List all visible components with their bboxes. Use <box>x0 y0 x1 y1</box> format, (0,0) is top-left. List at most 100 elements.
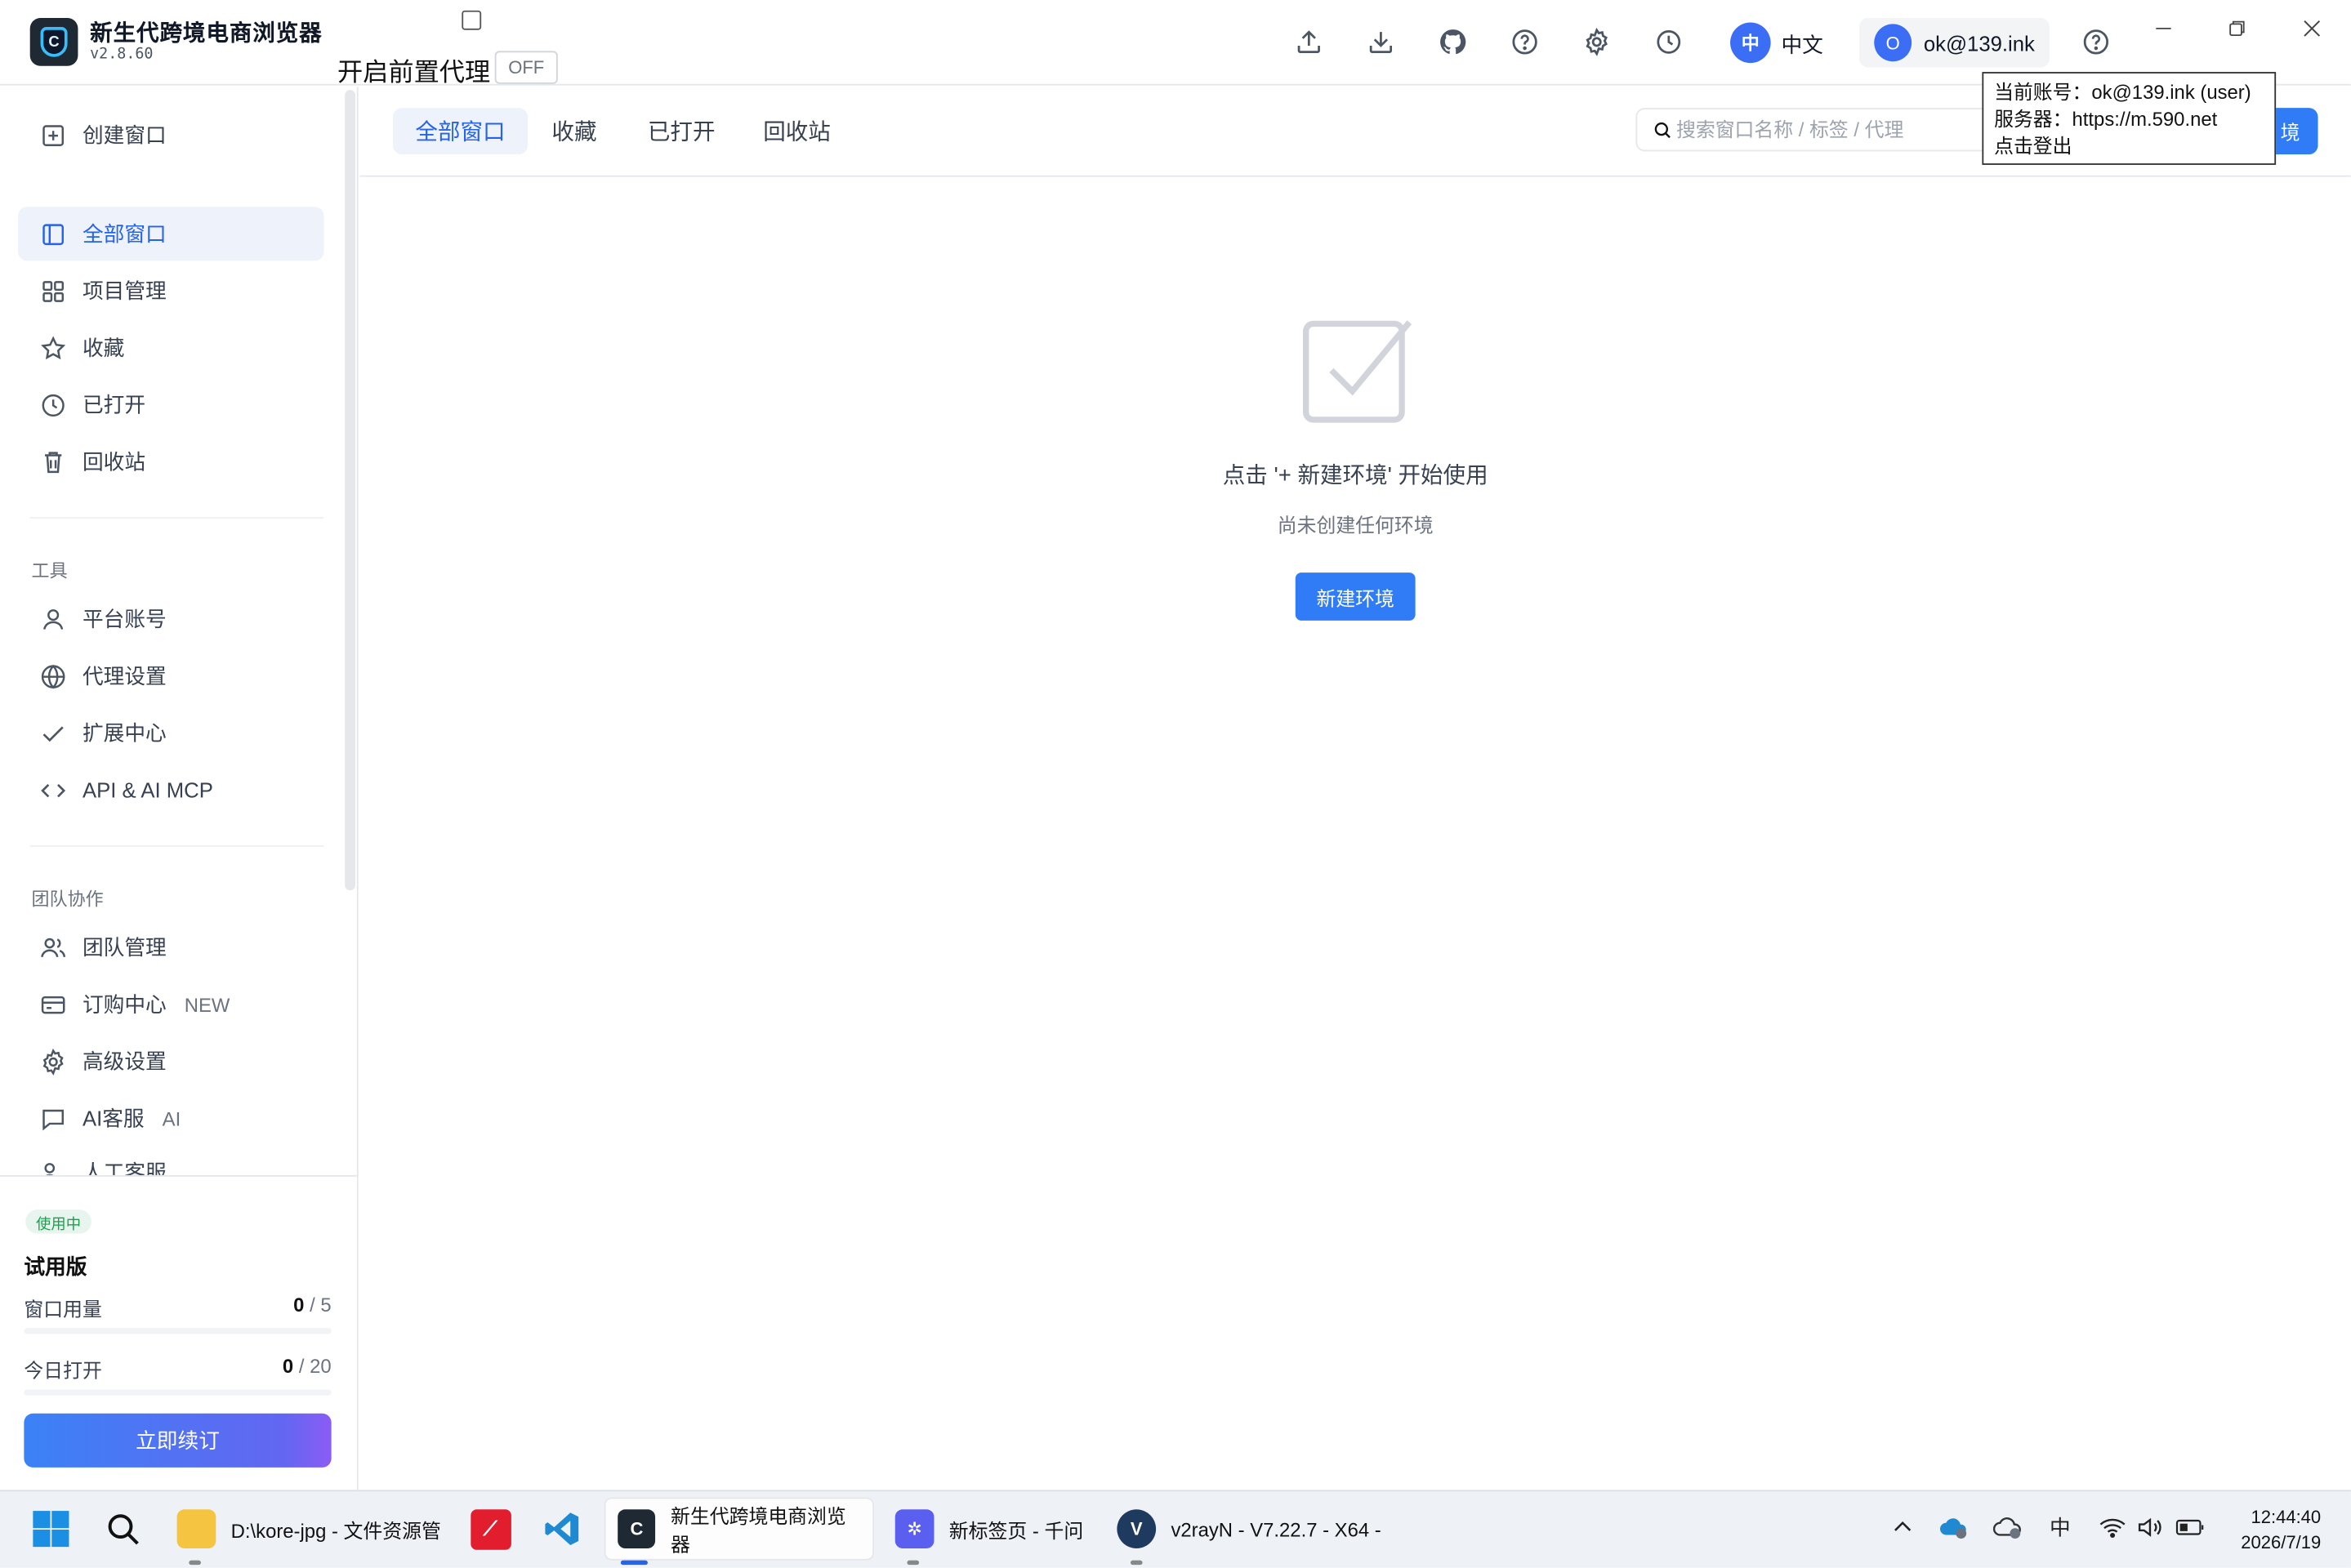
window-usage-used: 0 <box>293 1293 305 1316</box>
search-icon[interactable] <box>100 1507 145 1552</box>
sidebar-item-label: 高级设置 <box>82 1049 167 1074</box>
wifi-icon[interactable] <box>2098 1512 2128 1543</box>
proxy-label: 开启前置代理 <box>337 58 491 87</box>
windows-start-icon[interactable] <box>29 1507 74 1552</box>
window-usage-total: / 5 <box>304 1293 332 1316</box>
sidebar-item-projects[interactable]: 项目管理 <box>18 264 323 318</box>
sidebar: 创建窗口 全部窗口 项目管理 收藏 已打开 回收站 工具 平台账号 代理设置 扩… <box>0 87 359 1490</box>
tab-opened[interactable]: 已打开 <box>625 108 738 154</box>
volume-icon[interactable] <box>2135 1512 2166 1543</box>
proxy-checkbox[interactable] <box>462 10 482 30</box>
account-button[interactable]: O ok@139.ink <box>1858 18 2050 68</box>
ime-indicator[interactable]: 中 <box>2045 1512 2075 1543</box>
search-input[interactable] <box>1675 118 1977 141</box>
chevron-up-icon[interactable] <box>1888 1512 1918 1543</box>
sidebar-item-opened[interactable]: 已打开 <box>18 378 323 432</box>
sidebar-item-advanced-settings[interactable]: 高级设置 <box>18 1034 323 1088</box>
taskbar-app-label: D:\kore-jpg - 文件资源管 <box>230 1519 441 1542</box>
tooltip-line-logout[interactable]: 点击登出 <box>1994 133 2264 160</box>
taskbar: D:\kore-jpg - 文件资源管 ⟋ C 新生代跨境电商浏览器 ✲ 新标签… <box>0 1490 2351 1568</box>
language-label[interactable]: 中文 <box>1781 30 1822 60</box>
sidebar-item-label: AI客服 <box>82 1106 145 1130</box>
taskbar-app-v2rayn[interactable]: V v2rayN - V7.22.7 - X64 - <box>1105 1498 1394 1561</box>
sidebar-item-trash[interactable]: 回收站 <box>18 434 323 488</box>
cloud-icon[interactable] <box>1992 1512 2023 1543</box>
tab-all-windows[interactable]: 全部窗口 <box>392 108 529 155</box>
open-today-row: 今日打开 0 / 20 <box>24 1355 331 1383</box>
settings-icon[interactable] <box>1579 24 1615 60</box>
sidebar-item-label: 订购中心 <box>82 992 167 1017</box>
download-icon[interactable] <box>1363 24 1399 60</box>
taskbar-app-label: v2rayN - V7.22.7 - X64 - <box>1171 1517 1381 1540</box>
grid-icon <box>38 276 68 306</box>
qianwen-icon: ✲ <box>894 1509 935 1548</box>
clock-time: 12:44:40 <box>2251 1506 2322 1528</box>
history-icon[interactable] <box>1651 24 1687 60</box>
sidebar-item-api-mcp[interactable]: API & AI MCP <box>18 763 323 817</box>
close-icon[interactable] <box>2294 12 2330 45</box>
create-environment-button[interactable]: 新建环境 <box>1295 572 1416 621</box>
sidebar-item-all-windows[interactable]: 全部窗口 <box>18 207 324 261</box>
sidebar-divider <box>29 845 324 848</box>
restore-icon[interactable] <box>2219 12 2255 45</box>
v2rayn-icon: V <box>1117 1509 1157 1548</box>
system-clock[interactable]: 12:44:40 2026/7/19 <box>2216 1505 2321 1556</box>
sidebar-item-team-management[interactable]: 团队管理 <box>18 920 323 974</box>
create-window-button[interactable]: 创建窗口 <box>18 108 323 162</box>
taskbar-app-qianwen[interactable]: ✲ 新标签页 - 千问 <box>883 1498 1095 1561</box>
window-usage-label: 窗口用量 <box>24 1298 102 1321</box>
sidebar-item-label: 全部窗口 <box>82 221 167 247</box>
clock-icon <box>38 390 68 420</box>
browser-shield-icon: C <box>618 1509 656 1548</box>
check-icon <box>38 718 68 748</box>
github-icon[interactable] <box>1434 24 1470 60</box>
sidebar-item-label: 项目管理 <box>82 278 167 303</box>
running-indicator <box>1130 1560 1143 1566</box>
layout-icon <box>38 219 68 249</box>
renew-button[interactable]: 立即续订 <box>24 1413 332 1468</box>
taskbar-app-browser[interactable]: C 新生代跨境电商浏览器 <box>604 1497 875 1561</box>
new-tag: NEW <box>184 992 230 1016</box>
sidebar-item-label: 平台账号 <box>82 607 167 631</box>
tab-favorites[interactable]: 收藏 <box>529 108 619 154</box>
taskbar-app-label: 新生代跨境电商浏览器 <box>671 1504 846 1557</box>
language-badge[interactable]: 中 <box>1730 22 1771 64</box>
active-indicator <box>620 1560 648 1566</box>
add-square-icon <box>38 120 68 150</box>
tooltip-line-account: 当前账号：ok@139.ink (user) <box>1994 81 2251 104</box>
help-icon[interactable] <box>1507 24 1543 60</box>
ai-tag: AI <box>162 1107 181 1129</box>
help-icon[interactable] <box>2078 24 2114 60</box>
running-indicator <box>907 1560 920 1566</box>
empty-state-title: 点击 '+ 新建环境' 开始使用 <box>1222 463 1488 489</box>
red-app-icon[interactable]: ⟋ <box>468 1507 513 1552</box>
card-icon <box>38 989 68 1019</box>
tab-trash[interactable]: 回收站 <box>741 108 854 154</box>
plan-name: 试用版 <box>24 1254 87 1279</box>
search-box[interactable] <box>1635 108 1996 152</box>
sidebar-item-subscription[interactable]: 订购中心 NEW <box>18 978 323 1031</box>
minimize-icon[interactable] <box>2145 12 2181 45</box>
search-icon <box>1654 122 1671 138</box>
sidebar-item-favorites[interactable]: 收藏 <box>18 321 323 375</box>
sidebar-item-extensions[interactable]: 扩展中心 <box>18 706 323 760</box>
users-icon <box>38 933 68 963</box>
code-icon <box>38 775 68 805</box>
sidebar-item-proxy-settings[interactable]: 代理设置 <box>18 649 323 703</box>
sidebar-item-label: 团队管理 <box>82 935 167 960</box>
vscode-icon[interactable] <box>540 1507 585 1552</box>
sidebar-item-human-support[interactable]: 人工客服 <box>18 1148 323 1175</box>
onedrive-icon[interactable] <box>1938 1512 1969 1543</box>
sidebar-item-platform-accounts[interactable]: 平台账号 <box>18 592 323 646</box>
status-badge: 使用中 <box>25 1209 91 1234</box>
battery-icon[interactable] <box>2175 1512 2206 1543</box>
proxy-toggle[interactable]: OFF <box>494 51 558 84</box>
taskbar-app-file-explorer[interactable]: D:\kore-jpg - 文件资源管 <box>165 1498 453 1561</box>
trash-icon <box>38 447 68 477</box>
tooltip-line-server: 服务器：https://m.590.net <box>1994 108 2218 131</box>
sidebar-scrollbar[interactable] <box>345 90 355 891</box>
team-section-title: 团队协作 <box>31 889 104 911</box>
user-icon <box>38 604 68 635</box>
sidebar-item-ai-support[interactable]: AI客服 AI <box>18 1091 323 1145</box>
upload-icon[interactable] <box>1291 24 1327 60</box>
